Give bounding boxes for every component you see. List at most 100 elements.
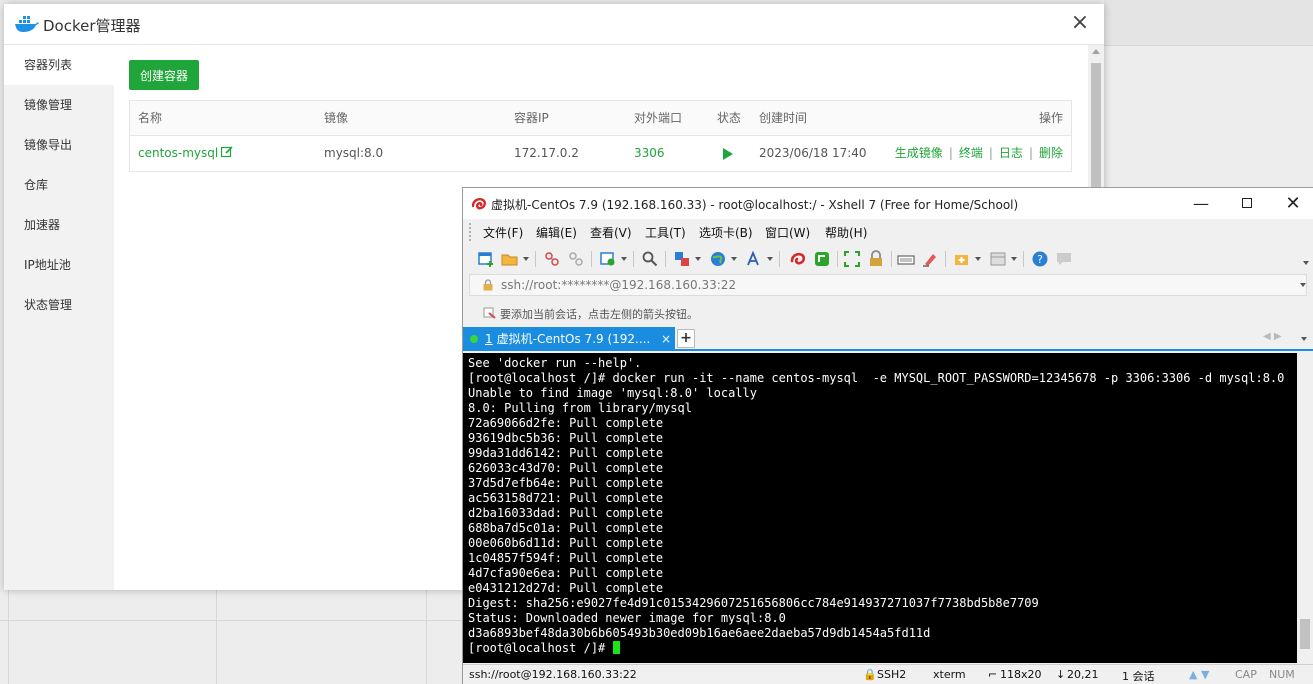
- action-separator: |: [988, 146, 993, 160]
- logs-link[interactable]: 日志: [999, 146, 1023, 160]
- status-size: 118x20: [1000, 668, 1042, 681]
- terminal-link[interactable]: 终端: [959, 146, 983, 160]
- xftp-icon[interactable]: [813, 250, 831, 268]
- chevron-down-icon[interactable]: [523, 257, 529, 261]
- terminal-output[interactable]: See 'docker run --help'. [root@localhost …: [463, 353, 1297, 663]
- chevron-down-icon[interactable]: [1300, 283, 1306, 287]
- sidebar-item-accelerator[interactable]: 加速器: [4, 205, 114, 245]
- generate-image-link[interactable]: 生成镜像: [895, 146, 943, 160]
- layout-icon[interactable]: [989, 250, 1007, 268]
- terminal-cursor: [612, 641, 620, 654]
- chevron-down-icon[interactable]: [1011, 257, 1017, 261]
- chevron-down-icon[interactable]: [621, 257, 627, 261]
- docker-whale-icon: [15, 16, 39, 32]
- close-icon[interactable]: ×: [1070, 12, 1090, 34]
- xshell-red-icon[interactable]: [789, 250, 807, 268]
- find-icon[interactable]: [641, 250, 659, 268]
- close-icon[interactable]: ×: [659, 327, 673, 351]
- menu-view[interactable]: 查看(V): [590, 224, 632, 241]
- edit-icon[interactable]: [221, 146, 233, 158]
- terminal-scrollbar[interactable]: [1297, 353, 1313, 663]
- status-terminal-type: xterm: [933, 668, 966, 681]
- sidebar-item-image-management[interactable]: 镜像管理: [4, 85, 114, 125]
- address-text: ssh://root:********@192.168.160.33:22: [501, 278, 737, 292]
- chevron-down-icon[interactable]: [767, 257, 773, 261]
- container-table: 名称 镜像 容器IP 对外端口 状态 创建时间 操作 centos-mysql …: [129, 100, 1072, 172]
- chevron-down-icon[interactable]: [1303, 261, 1309, 265]
- open-folder-icon[interactable]: [501, 250, 519, 268]
- fullscreen-icon[interactable]: [843, 250, 861, 268]
- terminal-line: d2ba16033dad: Pull complete: [468, 506, 664, 520]
- scrollbar-thumb[interactable]: [1300, 619, 1310, 649]
- transfer-icon[interactable]: [673, 250, 691, 268]
- chevron-down-icon[interactable]: [1301, 337, 1307, 341]
- add-script-icon[interactable]: [953, 250, 971, 268]
- menu-tabs[interactable]: 选项卡(B): [699, 224, 753, 241]
- running-status-icon[interactable]: [723, 148, 733, 160]
- minimize-icon[interactable]: —: [1191, 194, 1211, 214]
- arrow-hint-icon[interactable]: [483, 306, 497, 320]
- sidebar-item-registry[interactable]: 仓库: [4, 165, 114, 205]
- address-bar[interactable]: ssh://root:********@192.168.160.33:22: [469, 274, 1307, 296]
- tab-scroll-arrows-icon[interactable]: ◀ ▶: [1263, 331, 1282, 342]
- sidebar-item-image-export[interactable]: 镜像导出: [4, 125, 114, 165]
- globe-icon[interactable]: [709, 250, 727, 268]
- sidebar-item-status-management[interactable]: 状态管理: [4, 285, 114, 325]
- session-tab-index: 1: [485, 332, 493, 346]
- help-icon[interactable]: ?: [1031, 250, 1049, 268]
- close-icon[interactable]: ✕: [1283, 194, 1303, 214]
- chevron-down-icon[interactable]: [975, 257, 981, 261]
- status-sessions: 1 会话: [1122, 670, 1155, 683]
- menu-file[interactable]: 文件(F): [483, 224, 523, 241]
- status-cap: CAP: [1235, 668, 1257, 681]
- column-header-container-ip: 容器IP: [514, 111, 549, 125]
- session-properties-icon[interactable]: [599, 250, 617, 268]
- terminal-line: 37d5d7efb64e: Pull complete: [468, 476, 664, 490]
- chevron-down-icon[interactable]: [731, 257, 737, 261]
- font-icon[interactable]: [745, 250, 763, 268]
- maximize-icon[interactable]: [1237, 194, 1257, 214]
- xshell-window: 虚拟机-CentOs 7.9 (192.168.160.33) - root@l…: [462, 187, 1313, 684]
- session-tab-label: 虚拟机-CentOs 7.9 (192....: [496, 332, 651, 346]
- toolbar-separator: [945, 251, 946, 267]
- scroll-up-arrow-icon[interactable]: [1092, 49, 1100, 54]
- background-gridline: [0, 620, 462, 621]
- sidebar-item-container-list[interactable]: 容器列表: [4, 45, 114, 85]
- xshell-window-title: 虚拟机-CentOs 7.9 (192.168.160.33) - root@l…: [491, 198, 1019, 212]
- status-position-icon: ↓: [1056, 668, 1066, 681]
- container-image: mysql:8.0: [324, 146, 384, 160]
- container-name-text: centos-mysql: [138, 146, 219, 160]
- disconnect-icon[interactable]: [543, 250, 561, 268]
- status-connection: ssh://root@192.168.160.33:22: [469, 668, 637, 681]
- scrollbar-thumb[interactable]: [1091, 63, 1101, 199]
- keyboard-icon[interactable]: [897, 250, 915, 268]
- session-tab[interactable]: 1 虚拟机-CentOs 7.9 (192.... ×: [463, 327, 675, 351]
- sidebar-item-ip-pool[interactable]: IP地址池: [4, 245, 114, 285]
- menu-window[interactable]: 窗口(W): [765, 224, 810, 241]
- menu-help[interactable]: 帮助(H): [825, 224, 867, 241]
- svg-text:?: ?: [1037, 253, 1043, 266]
- background-topbar: [1104, 0, 1313, 46]
- new-session-icon[interactable]: [477, 250, 495, 268]
- docker-dialog-titlebar: Docker管理器 ×: [4, 4, 1104, 45]
- terminal-line: Digest: sha256:e9027fe4d91c0153429607251…: [468, 596, 1039, 610]
- container-name-link[interactable]: centos-mysql: [138, 136, 233, 171]
- status-session-arrows-icon[interactable]: ▲ ▼: [1189, 668, 1209, 681]
- toolbar-separator: [591, 251, 592, 267]
- highlight-icon[interactable]: [921, 250, 939, 268]
- lock-icon: [483, 279, 493, 291]
- column-header-actions: 操作: [1039, 111, 1064, 125]
- chat-icon[interactable]: [1055, 250, 1073, 268]
- container-created-time: 2023/06/18 17:40: [759, 146, 867, 160]
- terminal-line: 93619dbc5b36: Pull complete: [468, 431, 664, 445]
- terminal-line: Status: Downloaded newer image for mysql…: [468, 611, 786, 625]
- terminal-line: 00e060b6d11d: Pull complete: [468, 536, 664, 550]
- create-container-button[interactable]: 创建容器: [129, 60, 199, 90]
- chevron-down-icon[interactable]: [695, 257, 701, 261]
- menu-edit[interactable]: 编辑(E): [536, 224, 577, 241]
- lock-icon[interactable]: [867, 250, 885, 268]
- add-tab-button[interactable]: +: [677, 329, 695, 348]
- delete-link[interactable]: 删除: [1039, 146, 1063, 160]
- reconnect-icon[interactable]: [567, 250, 585, 268]
- menu-tools[interactable]: 工具(T): [645, 224, 686, 241]
